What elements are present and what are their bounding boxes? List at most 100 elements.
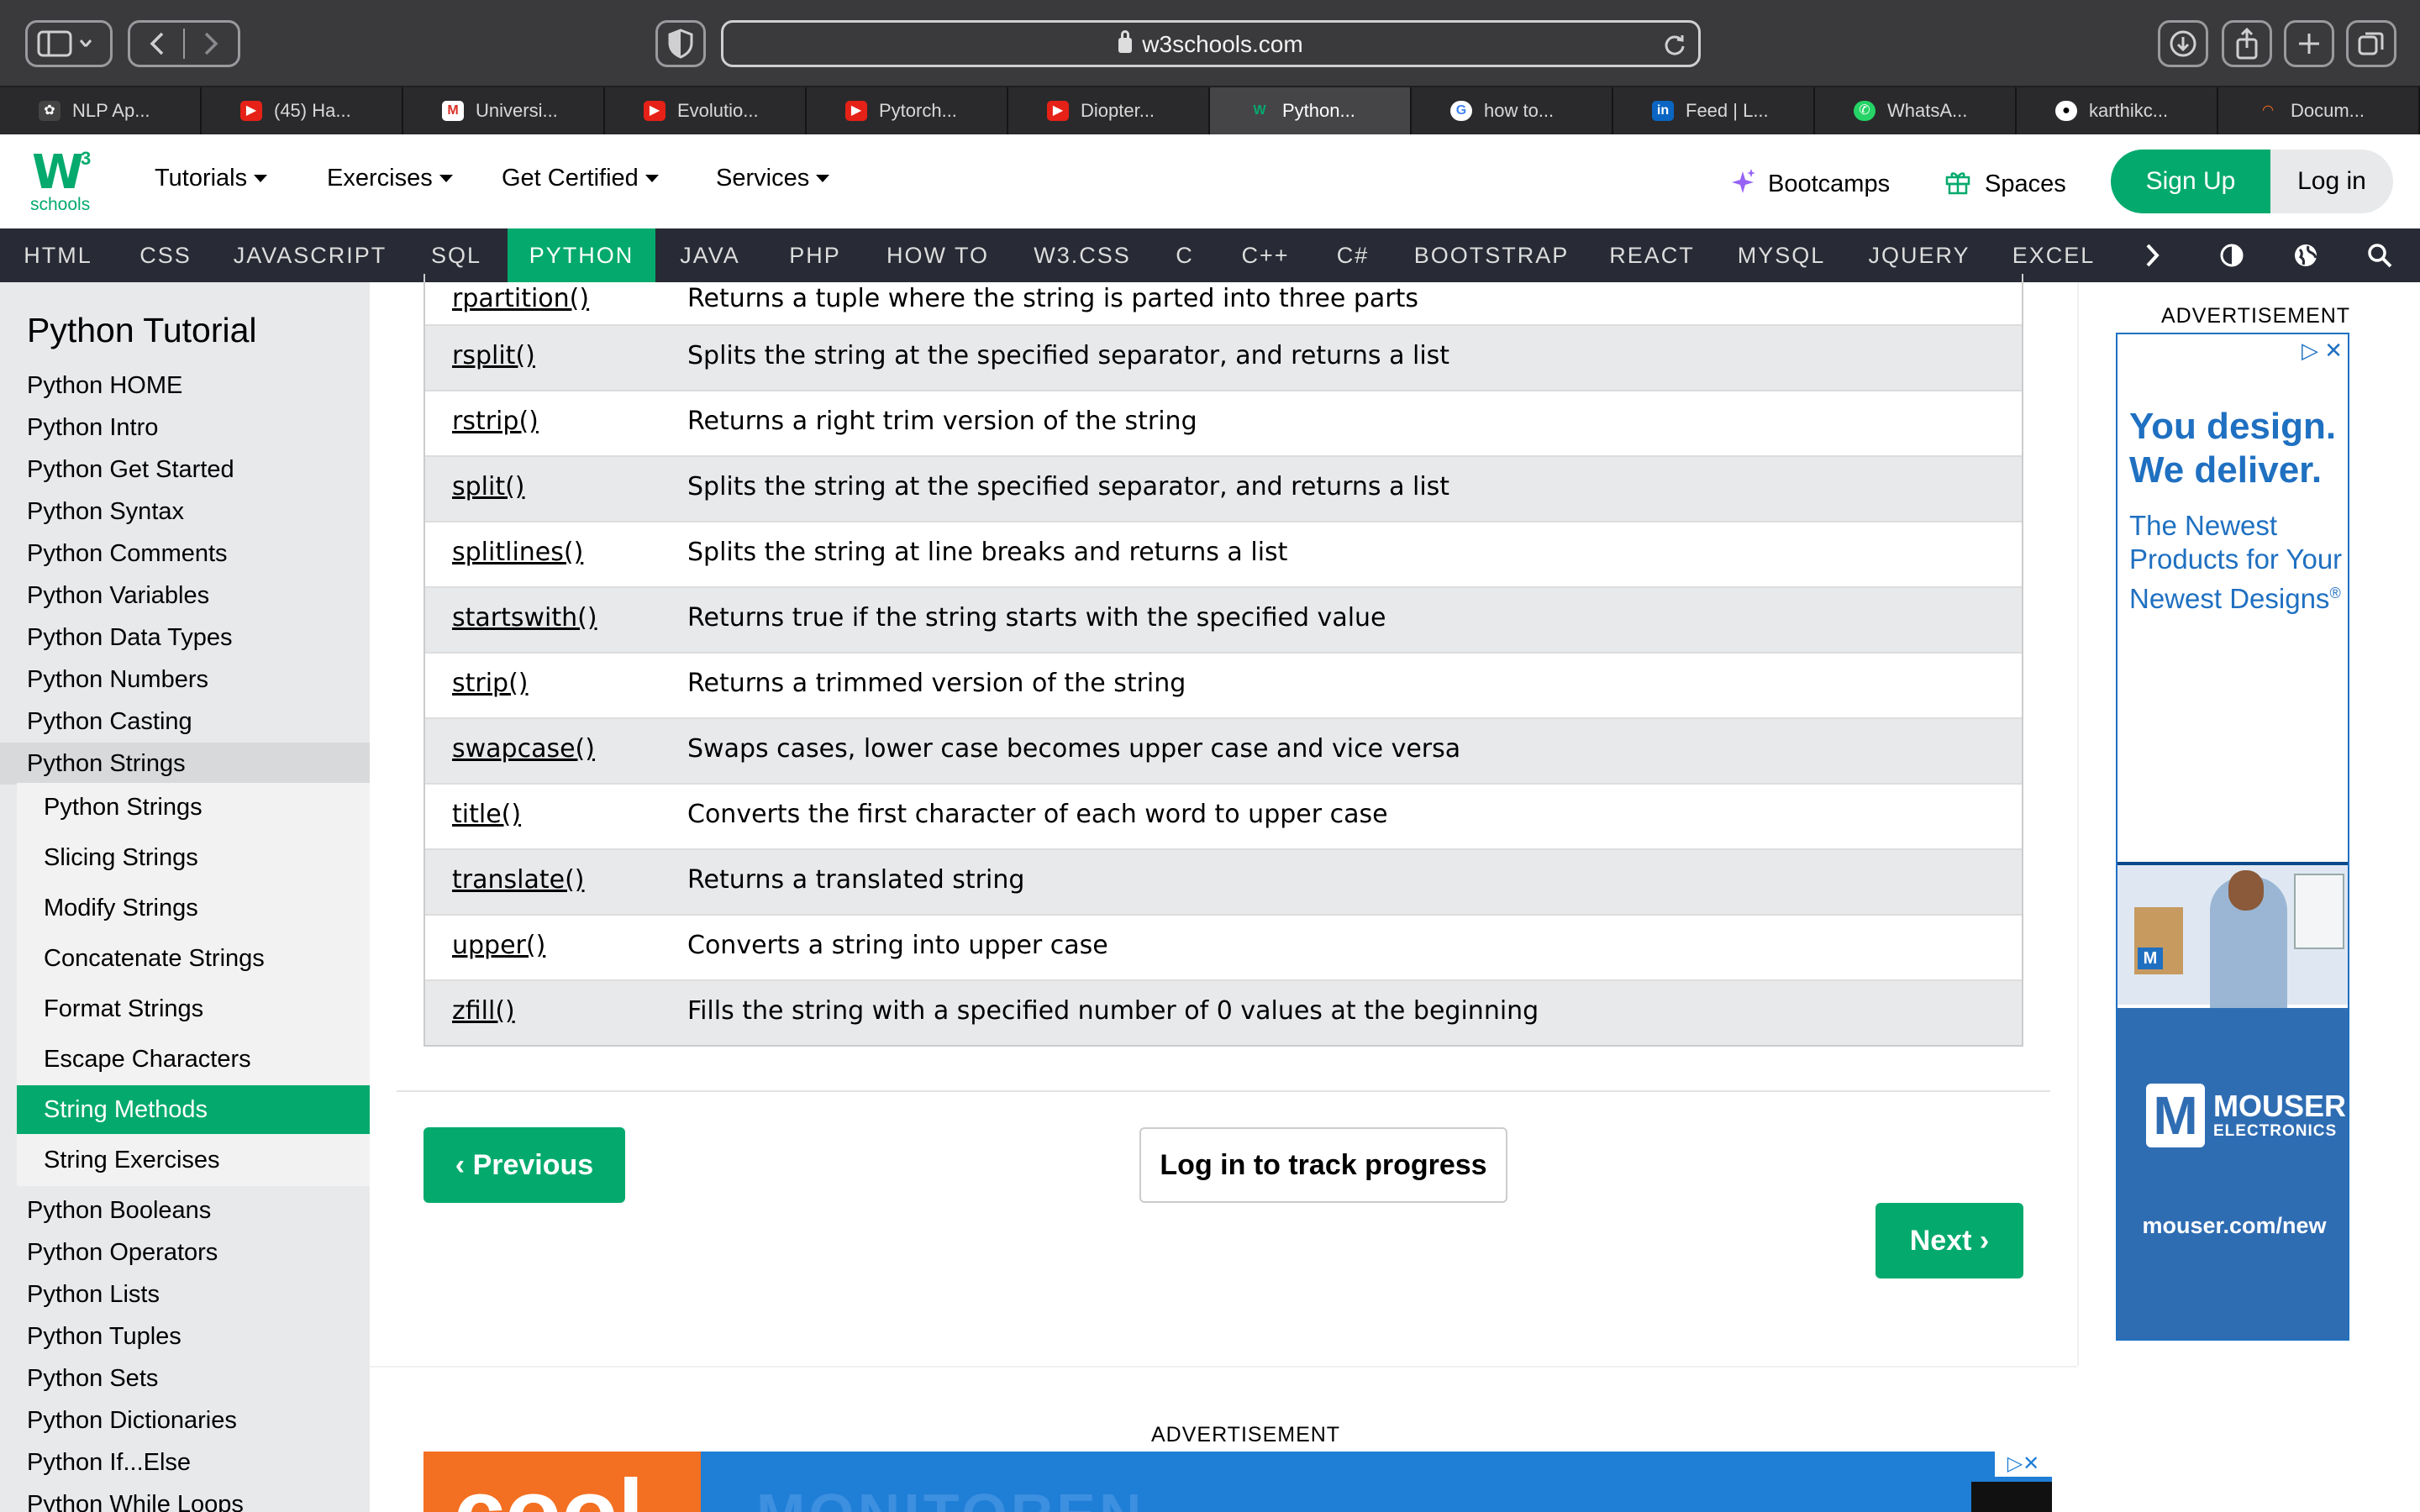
ad-close-icon[interactable]: ▷ ✕	[2302, 338, 2343, 364]
sidebar-item[interactable]: Python Variables	[0, 575, 370, 617]
caret-down-icon	[439, 175, 453, 182]
method-link[interactable]: title()	[452, 800, 521, 829]
next-button[interactable]: Next ›	[1876, 1203, 2023, 1278]
submenu-item-active[interactable]: String Methods	[17, 1085, 370, 1134]
method-description: Returns a right trim version of the stri…	[687, 407, 1197, 436]
sidebar-item[interactable]: Python Casting	[0, 701, 370, 743]
language-button[interactable]	[2289, 239, 2323, 272]
back-forward-buttons[interactable]	[128, 20, 240, 67]
browser-tab[interactable]: ✆ WhatsA...	[1815, 87, 2017, 134]
method-link[interactable]: rstrip()	[452, 407, 539, 436]
sidebar-toggle-button[interactable]	[25, 20, 113, 67]
search-button[interactable]	[2363, 239, 2396, 272]
sidebar-item[interactable]: Python Sets	[0, 1357, 370, 1399]
sidebar-item[interactable]: Python If...Else	[0, 1441, 370, 1483]
submenu-item[interactable]: Format Strings	[17, 984, 370, 1033]
subject-javascript[interactable]: JAVASCRIPT	[215, 228, 405, 282]
bootcamps-link[interactable]: Bootcamps	[1731, 165, 1890, 198]
ad-close-icon[interactable]: ▷✕	[1995, 1452, 2052, 1477]
method-link[interactable]: split()	[452, 472, 525, 501]
sidebar-item[interactable]: Python Operators	[0, 1231, 370, 1273]
tutorials-label: Tutorials	[155, 165, 248, 192]
divider	[2077, 282, 2079, 1366]
method-link[interactable]: upper()	[452, 931, 545, 960]
table-row: split() Splits the string at the specifie…	[425, 455, 2022, 521]
sidebar-item[interactable]: Python Comments	[0, 533, 370, 575]
subject-css[interactable]: CSS	[116, 228, 215, 282]
mouser-logo-icon: M	[2146, 1084, 2205, 1147]
log-in-button[interactable]: Log in	[2270, 150, 2393, 213]
get-certified-menu[interactable]: Get Certified	[502, 165, 659, 192]
sidebar-item[interactable]: Python Syntax	[0, 491, 370, 533]
method-link[interactable]: translate()	[452, 865, 584, 895]
w3schools-icon: W	[1253, 103, 1266, 118]
reload-icon[interactable]	[1663, 33, 1686, 56]
method-link[interactable]: splitlines()	[452, 538, 583, 567]
exercises-menu[interactable]: Exercises	[327, 165, 453, 192]
more-subjects-button[interactable]	[2136, 228, 2170, 282]
browser-tab[interactable]: ▶ Evolutio...	[605, 87, 807, 134]
spaces-link[interactable]: Spaces	[1944, 165, 2066, 198]
tab-overview-button[interactable]	[2346, 20, 2396, 67]
tab-label: (45) Ha...	[274, 100, 351, 121]
sidebar-item[interactable]: Python Intro	[0, 407, 370, 449]
sidebar-item[interactable]: Python Numbers	[0, 659, 370, 701]
method-link[interactable]: startswith()	[452, 603, 597, 633]
downloads-button[interactable]	[2158, 20, 2208, 67]
submenu-item[interactable]: Concatenate Strings	[17, 934, 370, 983]
address-bar[interactable]: w3schools.com	[721, 20, 1701, 67]
method-link[interactable]: rpartition()	[452, 284, 589, 313]
submenu-item[interactable]: Slicing Strings	[17, 833, 370, 882]
track-progress-button[interactable]: Log in to track progress	[1139, 1127, 1507, 1203]
sidebar-item[interactable]: Python Data Types	[0, 617, 370, 659]
sidebar-item[interactable]: Python HOME	[0, 365, 370, 407]
browser-tab[interactable]: ▶ (45) Ha...	[202, 87, 403, 134]
submenu-item[interactable]: Escape Characters	[17, 1035, 370, 1084]
browser-tab[interactable]: ▶ Pytorch...	[807, 87, 1008, 134]
openai-icon: ✿	[39, 101, 60, 121]
submenu-item[interactable]: Python Strings	[17, 783, 370, 832]
browser-tab[interactable]: ◠ Docum...	[2218, 87, 2420, 134]
method-link[interactable]: swapcase()	[452, 734, 595, 764]
browser-tab-active[interactable]: W Python...	[1210, 87, 1412, 134]
browser-tab[interactable]: ✿ NLP Ap...	[0, 87, 202, 134]
submenu-item[interactable]: Modify Strings	[17, 884, 370, 932]
browser-tab[interactable]: Ghow to...	[1412, 87, 1613, 134]
browser-tab[interactable]: ● karthikc...	[2017, 87, 2218, 134]
dark-mode-toggle[interactable]	[2215, 239, 2249, 272]
method-link[interactable]: rsplit()	[452, 341, 535, 370]
right-advertisement[interactable]: ▷ ✕ You design. We deliver. The Newest P…	[2116, 333, 2349, 1341]
sidebar-item[interactable]: Python Tuples	[0, 1315, 370, 1357]
sidebar-item[interactable]: Python Get Started	[0, 449, 370, 491]
new-tab-button[interactable]	[2284, 20, 2334, 67]
ad-photo-tag: M	[2138, 948, 2163, 969]
sidebar-item[interactable]: Python While Loops	[0, 1483, 370, 1512]
method-link[interactable]: strip()	[452, 669, 529, 698]
exercises-label: Exercises	[327, 165, 433, 192]
services-menu[interactable]: Services	[716, 165, 830, 192]
sidebar-item[interactable]: Python Dictionaries	[0, 1399, 370, 1441]
w3schools-logo[interactable]: W 3 schools	[25, 145, 106, 217]
sidebar-item[interactable]: Python Booleans	[0, 1189, 370, 1231]
browser-tab[interactable]: in Feed | L...	[1613, 87, 1815, 134]
logo-letter: W	[32, 145, 84, 200]
sidebar-item-python-strings[interactable]: Python Strings	[0, 743, 370, 785]
browser-tab[interactable]: M Universi...	[403, 87, 605, 134]
browser-tab[interactable]: ▶ Diopter...	[1008, 87, 1210, 134]
registered-mark: ®	[2329, 585, 2341, 601]
tutorials-menu[interactable]: Tutorials	[155, 165, 268, 192]
share-button[interactable]	[2222, 20, 2272, 67]
submenu-item[interactable]: String Exercises	[17, 1136, 370, 1184]
previous-button[interactable]: ‹ Previous	[424, 1127, 625, 1203]
bottom-advertisement[interactable]: cool MONITOREN ▷✕	[424, 1452, 2052, 1512]
method-link[interactable]: zfill()	[452, 996, 515, 1026]
privacy-shield-button[interactable]	[655, 20, 706, 67]
ad-photo: M	[2118, 862, 2348, 1011]
sidebar-icon	[37, 30, 92, 57]
sidebar-item[interactable]: Python Lists	[0, 1273, 370, 1315]
sign-up-button[interactable]: Sign Up	[2111, 150, 2270, 213]
previous-label: Previous	[472, 1149, 594, 1181]
subject-html[interactable]: HTML	[0, 228, 116, 282]
method-description: Returns a trimmed version of the string	[687, 669, 1186, 698]
ad-url[interactable]: mouser.com/new	[2118, 1213, 2348, 1239]
